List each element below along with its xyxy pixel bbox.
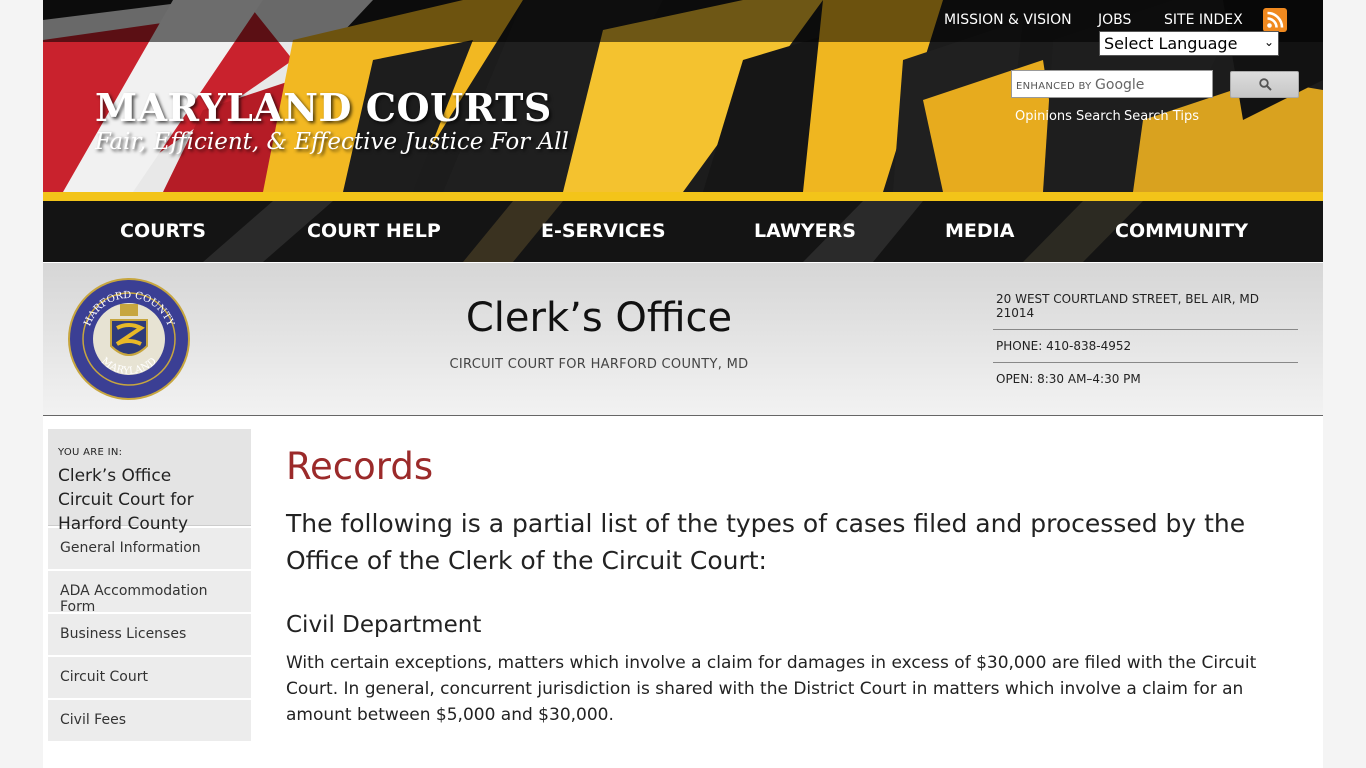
- language-select-value: Select Language: [1104, 34, 1238, 53]
- site-brand[interactable]: MARYLAND COURTS: [95, 85, 552, 130]
- page-title: Records: [286, 445, 434, 488]
- site-search-input[interactable]: ENHANCED BY Google: [1011, 70, 1213, 98]
- hours-text: OPEN: 8:30 AM–4:30 PM: [996, 372, 1141, 386]
- nav-lawyers[interactable]: LAWYERS: [754, 220, 856, 242]
- nav-media[interactable]: MEDIA: [945, 220, 1014, 242]
- nav-courts[interactable]: COURTS: [120, 220, 206, 242]
- office-title: Clerk’s Office: [465, 295, 733, 341]
- search-button[interactable]: [1230, 71, 1299, 98]
- sidebar-item-civil-fees[interactable]: Civil Fees: [48, 698, 251, 741]
- chevron-down-icon: ⌄: [1263, 35, 1274, 49]
- nav-e-services[interactable]: E-SERVICES: [541, 220, 666, 242]
- nav-community[interactable]: COMMUNITY: [1115, 220, 1248, 242]
- sidebar: YOU ARE IN: Clerk’s Office Circuit Court…: [48, 429, 251, 741]
- rss-icon[interactable]: [1263, 8, 1287, 32]
- gold-divider: [43, 192, 1323, 201]
- breadcrumb: YOU ARE IN: Clerk’s Office Circuit Court…: [48, 429, 251, 534]
- site-header: MISSION & VISION JOBS SITE INDEX Select …: [43, 0, 1323, 192]
- section-heading-civil: Civil Department: [286, 612, 482, 638]
- you-are-in-label: YOU ARE IN:: [58, 447, 123, 458]
- civil-paragraph: With certain exceptions, matters which i…: [286, 653, 1257, 725]
- google-text: Google: [1095, 77, 1145, 93]
- search-icon: [1259, 78, 1272, 91]
- phone-text: PHONE: 410-838-4952: [993, 330, 1298, 363]
- office-subtitle: CIRCUIT COURT FOR HARFORD COUNTY, MD: [449, 357, 749, 372]
- sidebar-item-business-licenses[interactable]: Business Licenses: [48, 612, 251, 655]
- enhanced-by-text: ENHANCED BY: [1016, 81, 1092, 92]
- site-tagline: Fair, Efficient, & Effective Justice For…: [95, 129, 569, 155]
- nav-court-help[interactable]: COURT HELP: [307, 220, 441, 242]
- site-index-link[interactable]: SITE INDEX: [1164, 12, 1243, 28]
- contact-info: 20 WEST COURTLAND STREET, BEL AIR, MD 21…: [993, 283, 1298, 395]
- search-tips-link[interactable]: Search Tips: [1124, 109, 1199, 124]
- page: MISSION & VISION JOBS SITE INDEX Select …: [43, 0, 1323, 768]
- office-banner: HARFORD COUNTY MARYLAND Clerk’s Office C…: [43, 263, 1323, 416]
- sidebar-item-ada-accommodation-form[interactable]: ADA Accommodation Form: [48, 569, 251, 615]
- search-watermark: ENHANCED BY Google: [1016, 77, 1144, 93]
- main-content: Records The following is a partial list …: [286, 445, 1306, 728]
- mission-vision-link[interactable]: MISSION & VISION: [944, 12, 1072, 28]
- lead-paragraph: The following is a partial list of the t…: [286, 509, 1246, 575]
- jobs-link[interactable]: JOBS: [1098, 12, 1131, 28]
- language-select[interactable]: Select Language ⌄: [1099, 31, 1279, 56]
- breadcrumb-clerks-office[interactable]: Clerk’s Office: [58, 464, 241, 488]
- sidebar-item-circuit-court[interactable]: Circuit Court: [48, 655, 251, 698]
- address-text: 20 WEST COURTLAND STREET, BEL AIR, MD 21…: [993, 283, 1298, 330]
- opinions-search-link[interactable]: Opinions Search: [1015, 109, 1121, 124]
- main-nav: COURTS COURT HELP E-SERVICES LAWYERS MED…: [43, 201, 1323, 262]
